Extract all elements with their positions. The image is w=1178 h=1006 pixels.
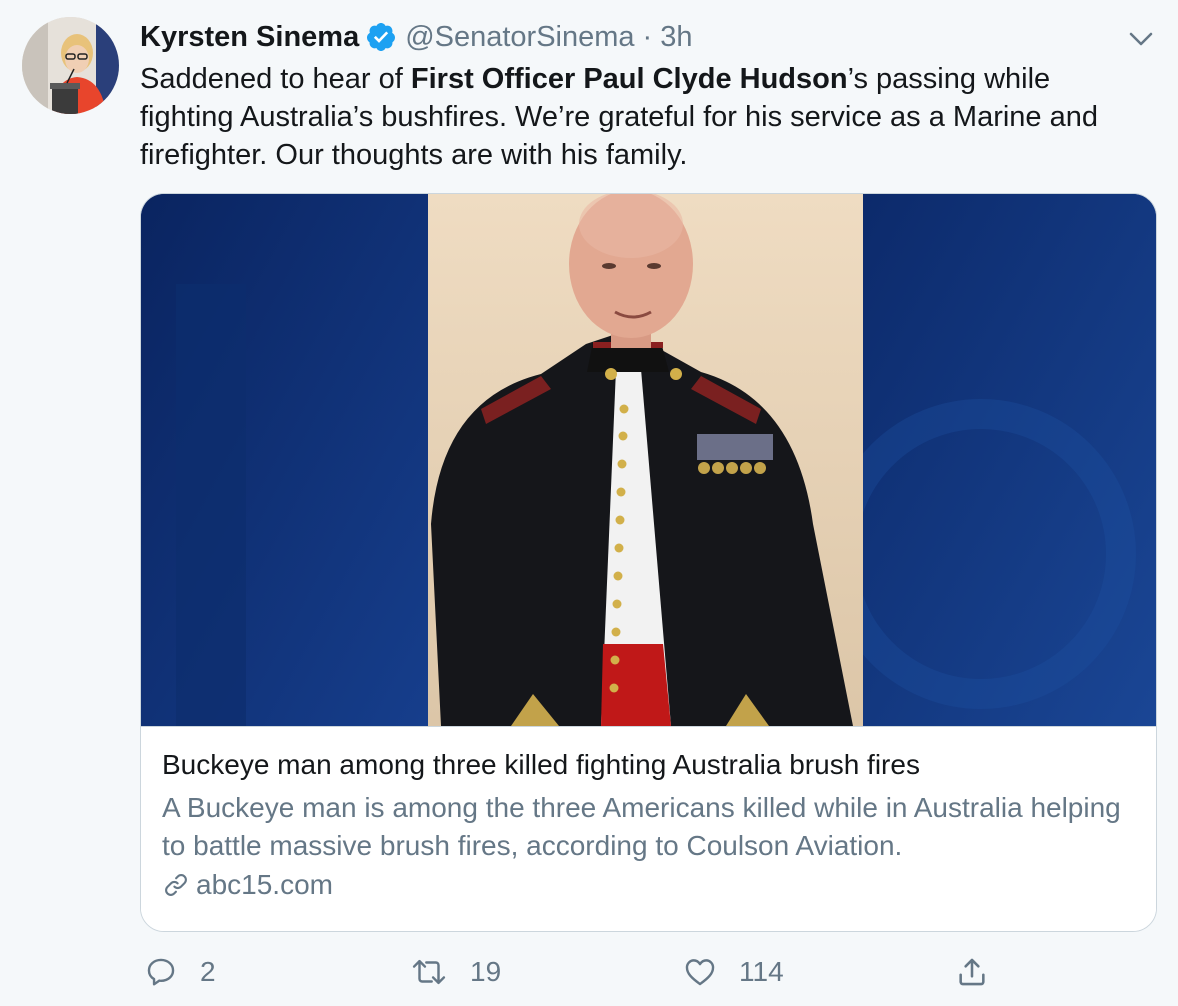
retweet-count: 19: [470, 956, 502, 987]
avatar-photo: [22, 17, 119, 114]
heart-icon: [685, 959, 715, 986]
share-button[interactable]: [955, 948, 989, 996]
verified-badge-icon: [365, 21, 397, 53]
reply-bubble-icon: [147, 958, 175, 986]
reply-count: 2: [200, 956, 216, 987]
card-image[interactable]: [141, 194, 1156, 726]
tweet-actions: 2 19 114: [0, 948, 1178, 996]
link-chain-icon: [165, 874, 187, 896]
separator-dot: ·: [642, 20, 653, 53]
like-count: 114: [739, 956, 784, 987]
tweet[interactable]: Kyrsten Sinema @SenatorSinema · 3h Sadde…: [0, 0, 1178, 1006]
reply-button[interactable]: 2: [144, 948, 216, 996]
chevron-down-icon[interactable]: [1126, 24, 1156, 54]
author-name[interactable]: Kyrsten Sinema: [140, 21, 359, 54]
card-description: A Buckeye man is among the three America…: [162, 792, 1121, 861]
link-preview-card[interactable]: Buckeye man among three killed fighting …: [140, 193, 1157, 932]
card-domain[interactable]: abc15.com: [162, 867, 333, 903]
tweet-header: Kyrsten Sinema @SenatorSinema · 3h: [140, 18, 692, 56]
retweet-button[interactable]: 19: [410, 948, 501, 996]
like-button[interactable]: 114: [683, 948, 784, 996]
tweet-text-part1: Saddened to hear of: [140, 63, 411, 95]
author-handle[interactable]: @SenatorSinema: [405, 21, 634, 54]
tweet-text-bold: First Officer Paul Clyde Hudson: [410, 63, 848, 95]
card-domain-text: abc15.com: [196, 869, 333, 900]
card-info[interactable]: Buckeye man among three killed fighting …: [141, 726, 1156, 931]
timestamp[interactable]: 3h: [660, 21, 692, 54]
avatar[interactable]: [22, 17, 119, 114]
tweet-text: Saddened to hear of First Officer Paul C…: [140, 60, 1140, 174]
retweet-arrows-icon: [412, 959, 446, 985]
share-upload-icon: [959, 958, 985, 986]
card-title[interactable]: Buckeye man among three killed fighting …: [162, 747, 1142, 783]
